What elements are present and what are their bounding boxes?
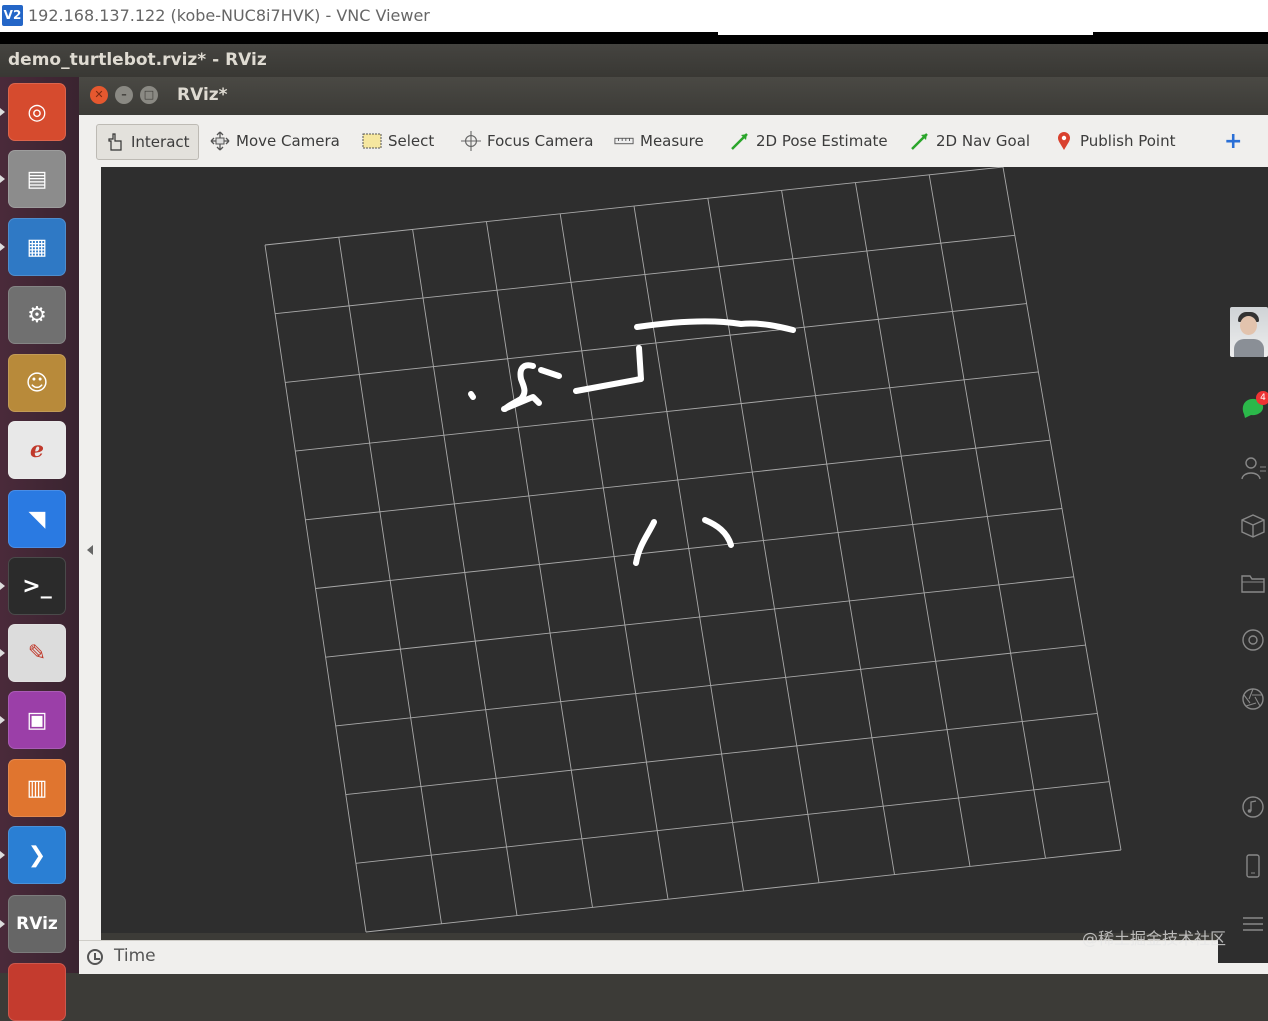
rviz-3d-viewport[interactable] [101, 167, 1268, 933]
active-window-title: demo_turtlebot.rviz* - RViz [8, 50, 267, 70]
time-label: Time [114, 946, 156, 966]
pdf-reader-icon[interactable]: ℯ [8, 421, 66, 479]
publish-point-tool-button[interactable]: Publish Point [1054, 124, 1175, 158]
grid-line [707, 198, 820, 883]
hand-pointer-icon [105, 132, 125, 152]
clock-icon [87, 949, 103, 965]
plus-icon: + [1224, 128, 1243, 154]
overlay-sidebar: 4 [1230, 300, 1268, 973]
files-icon[interactable]: ▤ [8, 150, 66, 208]
maximize-window-button[interactable]: □ [140, 86, 158, 104]
lark-icon[interactable]: ◥ [8, 490, 66, 548]
viewport-canvas [264, 167, 1122, 933]
ubuntu-dash-icon[interactable]: ◎ [8, 83, 66, 141]
add-tool-button[interactable]: + [1224, 124, 1242, 158]
interact-label: Interact [131, 133, 190, 151]
measure-label: Measure [640, 132, 704, 150]
grid-line [781, 190, 895, 875]
app-cat-icon[interactable]: ☺ [8, 354, 66, 412]
publish-point-label: Publish Point [1080, 132, 1176, 150]
grid-line [1002, 167, 1122, 851]
select-label: Select [388, 132, 435, 150]
grid-line [335, 644, 1086, 727]
running-indicator [0, 175, 5, 183]
move-camera-tool-button[interactable]: Move Camera [210, 124, 340, 158]
running-indicator [0, 920, 5, 928]
focus-camera-label: Focus Camera [487, 132, 594, 150]
grid-line [315, 508, 1063, 589]
ruler-icon [614, 131, 634, 151]
grid-line [355, 781, 1110, 864]
mini-program-icon[interactable] [1240, 627, 1266, 653]
grid-line [345, 712, 1098, 796]
grid-line [854, 182, 971, 867]
cube-icon[interactable] [1240, 513, 1266, 539]
grid-overlay [264, 167, 1122, 933]
pose-estimate-tool-button[interactable]: 2D Pose Estimate [730, 124, 888, 158]
grid-line [928, 174, 1046, 859]
vnc-window-title: 192.168.137.122 (kobe-NUC8i7HVK) - VNC V… [28, 6, 430, 25]
map-pin-icon [1054, 131, 1074, 151]
running-indicator [0, 851, 5, 859]
user-avatar[interactable] [1230, 307, 1268, 357]
running-indicator [0, 108, 5, 116]
terminal-icon[interactable]: >_ [8, 557, 66, 615]
unity-launcher: ◎ ▤ ▦ ⚙ ☺ ℯ ◥ >_ ✎ ▣ ▥ ❯ RViz [0, 77, 79, 1021]
vnc-title-bar: V2 192.168.137.122 (kobe-NUC8i7HVK) - VN… [0, 0, 1268, 32]
running-indicator [0, 582, 5, 590]
nav-goal-tool-button[interactable]: 2D Nav Goal [910, 124, 1030, 158]
folder-icon[interactable] [1240, 570, 1266, 596]
ubuntu-top-panel: demo_turtlebot.rviz* - RViz [0, 44, 1268, 77]
document-viewer-icon[interactable]: ▦ [8, 218, 66, 276]
vnc-logo-icon: V2 [2, 5, 23, 26]
vnc-frame-slice [718, 32, 1093, 35]
collapse-panel-arrow-icon[interactable] [87, 545, 93, 555]
phone-icon[interactable] [1240, 853, 1266, 879]
move-camera-icon [210, 131, 230, 151]
music-icon[interactable] [1240, 794, 1266, 820]
rviz-title-bar: ✕ – □ RViz* [79, 77, 1268, 115]
rviz-icon[interactable]: RViz [8, 895, 66, 953]
nav-goal-label: 2D Nav Goal [936, 132, 1031, 150]
running-indicator [0, 649, 5, 657]
interact-tool-button[interactable]: Interact [96, 124, 199, 160]
file-manager-icon[interactable]: ▥ [8, 759, 66, 817]
aperture-icon[interactable] [1240, 686, 1266, 712]
grid-line [365, 849, 1122, 933]
vscode-icon[interactable]: ❯ [8, 826, 66, 884]
measure-tool-button[interactable]: Measure [614, 124, 704, 158]
partial-icon[interactable] [8, 963, 66, 1021]
text-editor-icon[interactable]: ✎ [8, 624, 66, 682]
green-arrow-icon [730, 131, 750, 151]
green-arrow-icon [910, 131, 930, 151]
menu-icon[interactable] [1240, 910, 1266, 936]
running-indicator [0, 716, 5, 724]
system-settings-icon[interactable]: ⚙ [8, 286, 66, 344]
notification-badge: 4 [1256, 391, 1268, 405]
running-indicator [0, 243, 5, 251]
move-camera-label: Move Camera [236, 132, 340, 150]
focus-camera-icon [461, 131, 481, 151]
remote-desktop-icon[interactable]: ▣ [8, 691, 66, 749]
pose-estimate-label: 2D Pose Estimate [756, 132, 888, 150]
grid-line [325, 576, 1074, 658]
rviz-window-title: RViz* [177, 85, 228, 105]
rviz-toolbar: Interact Move Camera Select Focus Camera… [79, 115, 1268, 168]
minimize-window-button[interactable]: – [115, 86, 133, 104]
watermark: @稀土掘金技术社区 [1082, 929, 1227, 948]
close-window-button[interactable]: ✕ [90, 86, 108, 104]
select-tool-button[interactable]: Select [362, 124, 434, 158]
select-rectangle-icon [362, 131, 382, 151]
contacts-icon[interactable] [1240, 455, 1266, 481]
focus-camera-tool-button[interactable]: Focus Camera [461, 124, 593, 158]
